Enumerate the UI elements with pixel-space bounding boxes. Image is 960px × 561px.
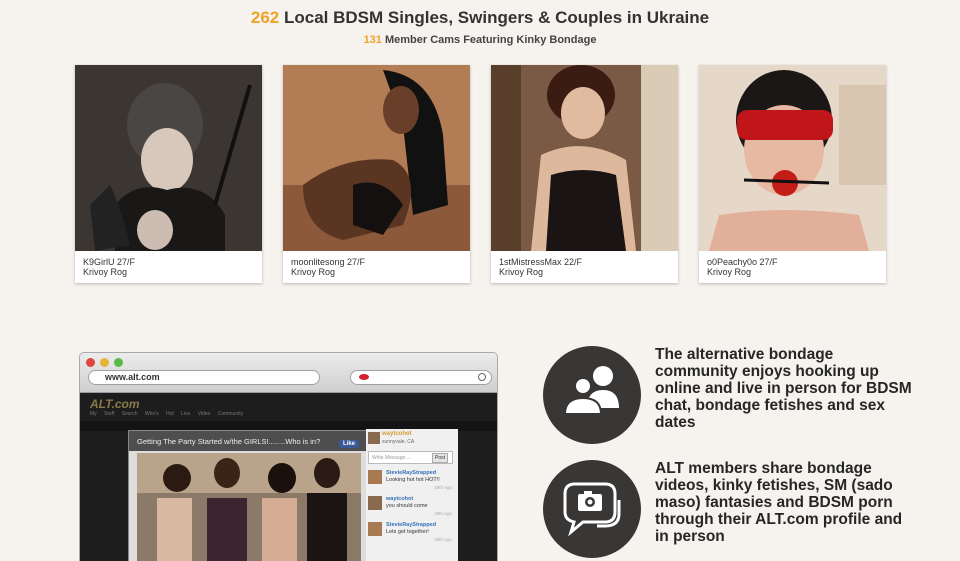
browser-page: ALT.com My Stuff Search Who's Hot Live V… — [80, 393, 497, 561]
profile-meta: moonlitesong 27/F Krivoy Rog — [291, 257, 365, 277]
chat-message: StevieRayStrapped Looking hot hot HOT!! … — [368, 469, 454, 493]
feature-sharing: ALT members share bondage videos, kinky … — [543, 460, 943, 560]
chat-sidebar: waytcohot sunnyvale, CA Write Message...… — [366, 429, 458, 561]
avatar — [368, 470, 382, 484]
chat-title: Getting The Party Started w/the GIRLS!..… — [129, 431, 369, 451]
like-button: Like — [339, 440, 360, 448]
page-headline: 262 Local BDSM Singles, Swingers & Coupl… — [0, 8, 960, 28]
singles-count: 262 — [250, 8, 280, 27]
feature-text: The alternative bondage community enjoys… — [655, 346, 912, 431]
message-time: 49th Ago — [434, 537, 452, 542]
address-bar: www.alt.com — [88, 370, 320, 385]
singles-text: Local BDSM Singles, Swingers & Couples i… — [284, 8, 710, 27]
lips-icon — [359, 374, 369, 380]
message-author: StevieRayStrapped — [386, 470, 437, 476]
profile-name[interactable]: o0Peachy0o 27/F — [707, 257, 778, 267]
profile-city: Krivoy Rog — [83, 267, 128, 277]
site-nav: My Stuff Search Who's Hot Live Video Com… — [90, 411, 244, 417]
host-name: waytcohot — [382, 431, 412, 437]
profile-meta: K9GirlU 27/F Krivoy Rog — [83, 257, 135, 277]
people-icon — [543, 346, 641, 444]
message-text: Looking hot hot HOT!! — [386, 477, 440, 483]
avatar — [368, 522, 382, 536]
profile-card[interactable]: K9GirlU 27/F Krivoy Rog — [75, 65, 262, 283]
profile-photo[interactable] — [699, 65, 886, 251]
message-text: Lets get together! — [386, 529, 429, 535]
feature-community: The alternative bondage community enjoys… — [543, 346, 943, 446]
profile-photo[interactable] — [491, 65, 678, 251]
profile-meta: 1stMistressMax 22/F Krivoy Rog — [499, 257, 582, 277]
browser-screenshot: www.alt.com ALT.com My Stuff Search Who'… — [79, 352, 498, 561]
profile-name[interactable]: 1stMistressMax 22/F — [499, 257, 582, 267]
feature-text: ALT members share bondage videos, kinky … — [655, 460, 903, 545]
cams-count: 131 — [363, 34, 382, 46]
cams-text: Member Cams Featuring Kinky Bondage — [384, 34, 597, 46]
chat-message: StevieRayStrapped Lets get together! 49t… — [368, 521, 454, 545]
profile-city: Krivoy Rog — [499, 267, 544, 277]
maximize-dot-icon — [114, 358, 123, 367]
url-text: www.alt.com — [105, 372, 160, 382]
host-location: sunnyvale, CA — [382, 439, 415, 445]
avatar — [368, 496, 382, 510]
chat-message: waytcohot you should come 49th Ago — [368, 495, 454, 519]
profile-name[interactable]: K9GirlU 27/F — [83, 257, 135, 267]
message-author: waytcohot — [386, 496, 414, 502]
post-button: Post — [432, 453, 449, 463]
profile-name[interactable]: moonlitesong 27/F — [291, 257, 365, 267]
avatar — [368, 432, 380, 444]
close-dot-icon — [86, 358, 95, 367]
profile-card[interactable]: 1stMistressMax 22/F Krivoy Rog — [491, 65, 678, 283]
chat-window: Getting The Party Started w/the GIRLS!..… — [128, 429, 458, 561]
minimize-dot-icon — [100, 358, 109, 367]
profile-photo[interactable] — [283, 65, 470, 251]
profile-grid: K9GirlU 27/F Krivoy Rog moonlitesong 27/… — [75, 65, 887, 283]
page-subheadline: 131 Member Cams Featuring Kinky Bondage — [0, 34, 960, 46]
message-text: you should come — [386, 503, 428, 509]
camera-chat-icon — [543, 460, 641, 558]
profile-photo[interactable] — [75, 65, 262, 251]
alt-logo: ALT.com — [90, 397, 140, 411]
search-icon — [478, 373, 486, 381]
profile-card[interactable]: o0Peachy0o 27/F Krivoy Rog — [699, 65, 886, 283]
profile-card[interactable]: moonlitesong 27/F Krivoy Rog — [283, 65, 470, 283]
profile-city: Krivoy Rog — [291, 267, 336, 277]
message-time: 49th Ago — [434, 485, 452, 490]
profile-city: Krivoy Rog — [707, 267, 752, 277]
message-time: 49th Ago — [434, 511, 452, 516]
browser-toolbar: www.alt.com — [80, 353, 497, 393]
browser-search-field — [350, 370, 492, 385]
chat-video — [137, 453, 361, 561]
message-author: StevieRayStrapped — [386, 522, 437, 528]
profile-meta: o0Peachy0o 27/F Krivoy Rog — [707, 257, 778, 277]
